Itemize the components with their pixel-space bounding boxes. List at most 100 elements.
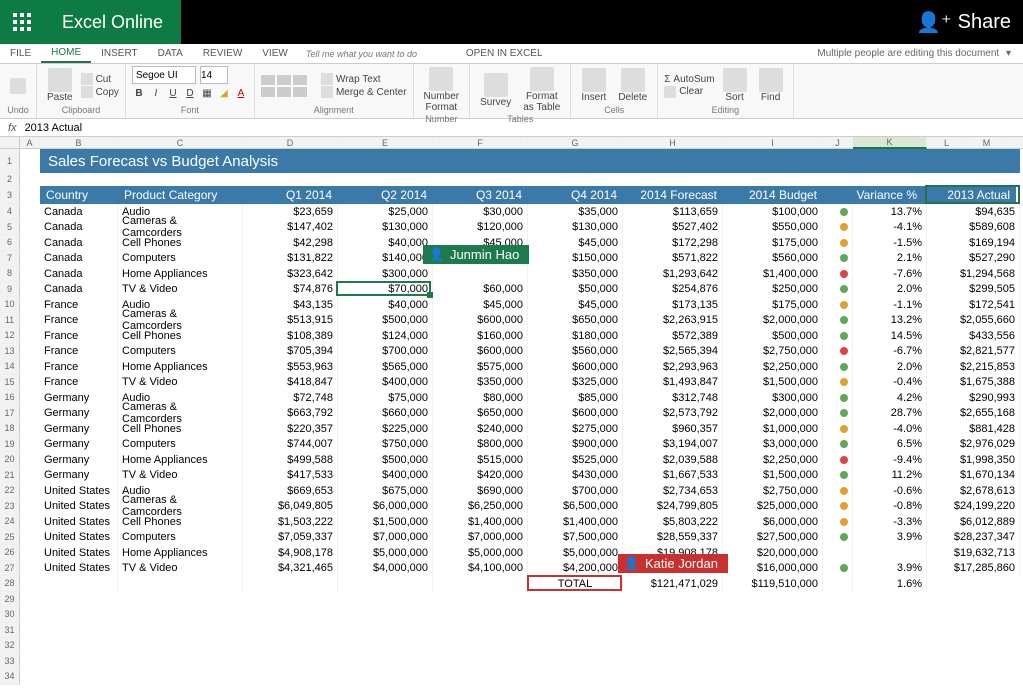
cell[interactable]: Cameras & Camcorders (118, 499, 243, 515)
tab-review[interactable]: REVIEW (193, 44, 252, 63)
cell[interactable]: $120,000 (433, 220, 528, 236)
cell[interactable]: $2,250,000 (723, 452, 823, 468)
cell[interactable]: $1,400,000 (528, 514, 623, 530)
column-header[interactable]: C (118, 137, 243, 149)
cell[interactable]: United States (40, 499, 118, 515)
autosum-button[interactable]: ΣAutoSum (664, 74, 714, 85)
cell[interactable]: Germany (40, 437, 118, 453)
cell[interactable]: 2.1% (853, 251, 927, 267)
cell[interactable]: $225,000 (338, 421, 433, 437)
cell[interactable]: $5,000,000 (433, 545, 528, 561)
cell[interactable]: $7,500,000 (528, 530, 623, 546)
cell[interactable]: $1,998,350 (927, 452, 1020, 468)
row-header[interactable]: 4 (0, 204, 20, 220)
share-button[interactable]: 👤⁺ Share (904, 10, 1023, 35)
cell[interactable]: $430,000 (528, 468, 623, 484)
border-button[interactable]: ▦ (200, 88, 214, 99)
cell[interactable]: $121,471,029 (623, 576, 723, 592)
cell[interactable]: $1,293,642 (623, 266, 723, 282)
cell[interactable]: Canada (40, 251, 118, 267)
app-launcher-icon[interactable] (0, 0, 44, 44)
cell[interactable]: $6,500,000 (528, 499, 623, 515)
cell[interactable]: $433,556 (927, 328, 1020, 344)
cell[interactable]: $589,608 (927, 220, 1020, 236)
cell[interactable] (433, 266, 528, 282)
table-row[interactable]: GermanyTV & Video$417,533$400,000$420,00… (40, 468, 1020, 484)
cell[interactable]: $25,000,000 (723, 499, 823, 515)
cell[interactable]: $60,000 (433, 282, 528, 298)
cell[interactable]: $700,000 (338, 344, 433, 360)
cell[interactable]: $325,000 (528, 375, 623, 391)
cell[interactable]: $690,000 (433, 483, 528, 499)
cell[interactable]: $525,000 (528, 452, 623, 468)
cell[interactable]: -0.6% (853, 483, 927, 499)
cell[interactable]: $94,635 (927, 204, 1020, 220)
cell[interactable]: $2,655,168 (927, 406, 1020, 422)
cell[interactable]: $4,000,000 (338, 561, 433, 577)
row-header[interactable]: 23 (0, 499, 20, 515)
tab-file[interactable]: FILE (0, 44, 41, 63)
cell[interactable]: -3.3% (853, 514, 927, 530)
cell[interactable]: $2,039,588 (623, 452, 723, 468)
strike-button[interactable]: D (183, 88, 197, 99)
cell[interactable]: $5,803,222 (623, 514, 723, 530)
cell[interactable]: Cell Phones (118, 235, 243, 251)
table-row[interactable]: GermanyComputers$744,007$750,000$800,000… (40, 437, 1020, 453)
cell[interactable]: $35,000 (528, 204, 623, 220)
table-row[interactable]: United StatesHome Appliances$4,908,178$5… (40, 545, 1020, 561)
cell[interactable]: 3.9% (853, 530, 927, 546)
cell[interactable]: $27,500,000 (723, 530, 823, 546)
cell[interactable]: $131,822 (243, 251, 338, 267)
row-header[interactable]: 3 (0, 186, 20, 204)
cell[interactable]: $1,493,847 (623, 375, 723, 391)
cell[interactable]: Computers (118, 344, 243, 360)
cell[interactable]: Canada (40, 282, 118, 298)
row-header[interactable]: 28 (0, 576, 20, 592)
column-header[interactable]: D (243, 137, 338, 149)
cell[interactable]: $2,055,660 (927, 313, 1020, 329)
cell[interactable]: Germany (40, 390, 118, 406)
cell[interactable]: France (40, 313, 118, 329)
cell[interactable]: France (40, 328, 118, 344)
cell[interactable]: Germany (40, 406, 118, 422)
cell[interactable]: TV & Video (118, 561, 243, 577)
cell[interactable]: United States (40, 530, 118, 546)
cell[interactable]: $660,000 (338, 406, 433, 422)
cell[interactable]: $553,963 (243, 359, 338, 375)
cell[interactable]: Canada (40, 220, 118, 236)
column-header[interactable]: K (853, 137, 927, 149)
cell[interactable]: $7,000,000 (338, 530, 433, 546)
row-header[interactable]: 16 (0, 390, 20, 406)
wrap-text-button[interactable]: Wrap Text (321, 73, 407, 85)
cell[interactable]: $275,000 (528, 421, 623, 437)
cell[interactable]: Canada (40, 266, 118, 282)
table-row[interactable]: CanadaHome Appliances$323,642$300,000$35… (40, 266, 1020, 282)
cell[interactable]: Computers (118, 530, 243, 546)
cell[interactable]: $2,293,963 (623, 359, 723, 375)
cell[interactable]: $160,000 (433, 328, 528, 344)
cell[interactable]: $6,000,000 (723, 514, 823, 530)
cell[interactable]: $1,294,568 (927, 266, 1020, 282)
table-row[interactable]: FranceComputers$705,394$700,000$600,000$… (40, 344, 1020, 360)
cell[interactable]: $74,876 (243, 282, 338, 298)
cell[interactable]: $1,400,000 (723, 266, 823, 282)
cell[interactable]: Computers (118, 251, 243, 267)
cell[interactable]: $147,402 (243, 220, 338, 236)
table-row[interactable]: GermanyCell Phones$220,357$225,000$240,0… (40, 421, 1020, 437)
cell[interactable]: Computers (118, 437, 243, 453)
cell[interactable]: $80,000 (433, 390, 528, 406)
cell[interactable]: 13.2% (853, 313, 927, 329)
cell[interactable]: $744,007 (243, 437, 338, 453)
cell[interactable]: $113,659 (623, 204, 723, 220)
font-name-select[interactable] (132, 66, 196, 84)
cell[interactable]: $300,000 (723, 390, 823, 406)
row-header[interactable]: 13 (0, 344, 20, 360)
cell[interactable]: $900,000 (528, 437, 623, 453)
cell[interactable]: $400,000 (338, 468, 433, 484)
row-header[interactable]: 20 (0, 452, 20, 468)
cell[interactable]: United States (40, 561, 118, 577)
row-header[interactable]: 18 (0, 421, 20, 437)
cell[interactable]: $5,000,000 (528, 545, 623, 561)
alignment-buttons[interactable] (261, 75, 317, 97)
table-row[interactable]: United StatesTV & Video$4,321,465$4,000,… (40, 561, 1020, 577)
